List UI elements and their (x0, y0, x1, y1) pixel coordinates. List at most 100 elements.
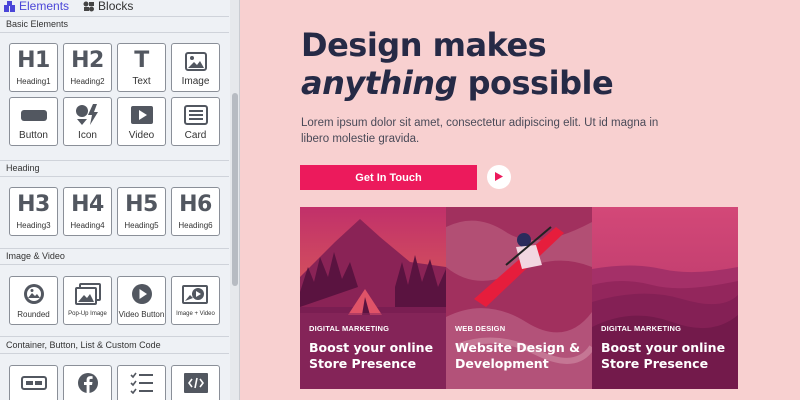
video-button-tile[interactable]: Video Button (117, 276, 166, 325)
heading2-tile[interactable]: H2 Heading2 (63, 43, 112, 92)
custom-code-tile[interactable] (171, 365, 220, 400)
tile-label: Heading1 (16, 77, 51, 86)
popup-image-tile[interactable]: Pop-Up Image (63, 276, 112, 325)
puzzle-icon (4, 0, 16, 12)
divider (0, 248, 229, 249)
divider (0, 176, 229, 177)
heading1-tile[interactable]: H1 Heading1 (9, 43, 58, 92)
heading6-tile[interactable]: H6 Heading6 (171, 187, 220, 236)
tile-label: Icon (78, 130, 97, 141)
card-category: DIGITAL MARKETING (601, 324, 682, 333)
card-title[interactable]: Boost your online Store Presence (601, 340, 733, 372)
tile-label: Video (128, 130, 155, 141)
button-tile[interactable]: Button (9, 97, 58, 146)
tab-blocks[interactable]: Blocks (83, 0, 133, 12)
icon-tile[interactable]: Icon (63, 97, 112, 146)
button-icon (20, 104, 48, 126)
heading4-tile[interactable]: H4 Heading4 (63, 187, 112, 236)
hero-title-emphasis: anything (301, 64, 457, 102)
rounded-image-icon (23, 283, 45, 305)
container-button-icon (20, 372, 47, 394)
code-icon (183, 372, 209, 394)
facebook-icon (77, 372, 99, 394)
tile-label: Heading4 (70, 221, 105, 230)
video-button-icon (131, 283, 153, 305)
image-video-grid: Rounded Pop-Up Image Video Button Image … (9, 276, 220, 325)
elements-panel: Elements Blocks Basic Elements H1 Headin… (0, 0, 240, 400)
hero-title-rest: possible (456, 64, 614, 102)
panel-scrollbar-thumb[interactable] (232, 93, 238, 286)
tile-label: Card (184, 130, 207, 141)
blog-cards: DIGITAL MARKETING Boost your online Stor… (300, 207, 738, 389)
divider (0, 264, 229, 265)
video-tile[interactable]: Video (117, 97, 166, 146)
basic-elements-grid: H1 Heading1 H2 Heading2 T Text Image But… (9, 43, 220, 146)
icon-shapes-icon (75, 104, 101, 126)
heading1-icon: H1 (17, 48, 50, 73)
list-tile[interactable] (117, 365, 166, 400)
play-video-button[interactable] (487, 165, 511, 189)
text-icon: T (134, 48, 149, 73)
tile-label: Heading6 (178, 221, 213, 230)
card-title[interactable]: Boost your online Store Presence (309, 340, 441, 372)
text-tile[interactable]: T Text (117, 43, 166, 92)
section-title-container: Container, Button, List & Custom Code (6, 340, 161, 350)
section-title-image-video: Image & Video (6, 251, 65, 261)
tab-blocks-label: Blocks (98, 0, 134, 13)
heading3-tile[interactable]: H3 Heading3 (9, 187, 58, 236)
hero-title-line1: Design makes (301, 26, 547, 64)
card-category: DIGITAL MARKETING (309, 324, 390, 333)
image-icon (184, 50, 207, 72)
card-title[interactable]: Website Design & Development (455, 340, 587, 372)
heading5-icon: H5 (125, 192, 158, 217)
tile-label: Rounded (17, 310, 50, 319)
heading4-icon: H4 (71, 192, 104, 217)
blog-card[interactable]: WEB DESIGN Website Design & Development (446, 207, 592, 389)
card-icon (183, 104, 208, 126)
image-video-tile[interactable]: Image + Video (171, 276, 220, 325)
hero-title-line2: anything possible (301, 64, 614, 102)
section-title-heading: Heading (6, 163, 40, 173)
blog-card[interactable]: DIGITAL MARKETING Boost your online Stor… (592, 207, 738, 389)
heading-grid: H3 Heading3 H4 Heading4 H5 Heading5 H6 H… (9, 187, 220, 236)
heading3-icon: H3 (17, 192, 50, 217)
list-icon (129, 372, 154, 394)
tile-label: Pop-Up Image (68, 311, 107, 317)
tile-label: Video Button (118, 310, 165, 319)
tile-label: Image + Video (176, 311, 215, 317)
container-button-tile[interactable] (9, 365, 58, 400)
divider (0, 160, 229, 161)
video-icon (130, 104, 154, 126)
divider (0, 336, 229, 337)
rounded-tile[interactable]: Rounded (9, 276, 58, 325)
divider (0, 32, 229, 33)
popup-image-icon (74, 283, 101, 305)
divider (0, 16, 229, 17)
heading5-tile[interactable]: H5 Heading5 (117, 187, 166, 236)
image-tile[interactable]: Image (171, 43, 220, 92)
blog-card[interactable]: DIGITAL MARKETING Boost your online Stor… (300, 207, 446, 389)
play-icon (495, 168, 503, 186)
card-category: WEB DESIGN (455, 324, 506, 333)
hero-body-text: Lorem ipsum dolor sit amet, consectetur … (301, 117, 659, 145)
tile-label: Image (181, 76, 210, 87)
heading2-icon: H2 (71, 48, 104, 73)
card-tile[interactable]: Card (171, 97, 220, 146)
tab-elements[interactable]: Elements (4, 0, 69, 12)
tile-label: Button (19, 130, 48, 141)
tile-label: Heading5 (124, 221, 159, 230)
panel-tabs: Elements Blocks (0, 0, 239, 15)
facebook-tile[interactable] (63, 365, 112, 400)
tile-label: Heading2 (70, 77, 105, 86)
heading6-icon: H6 (179, 192, 212, 217)
tab-elements-label: Elements (19, 0, 70, 13)
tile-label: Text (132, 76, 151, 87)
get-in-touch-button[interactable]: Get In Touch (300, 165, 477, 190)
section-title-basic: Basic Elements (6, 19, 69, 29)
blocks-icon (83, 1, 95, 12)
tile-label: Heading3 (16, 221, 51, 230)
container-grid (9, 365, 220, 400)
divider (0, 353, 229, 354)
image-video-icon (181, 283, 210, 305)
hero-title: Design makes anything possible (301, 26, 614, 102)
